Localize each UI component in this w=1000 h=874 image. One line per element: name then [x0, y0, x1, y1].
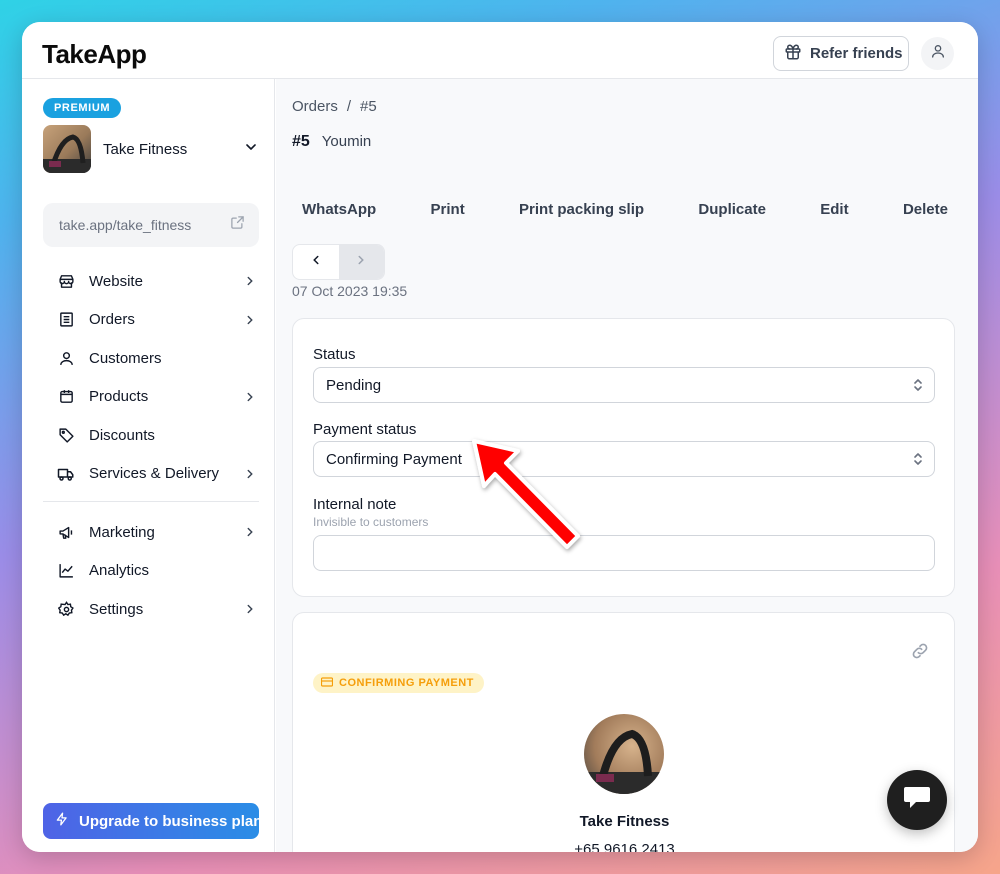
chevron-right-icon: [241, 602, 259, 616]
chevron-right-icon: [241, 313, 259, 327]
premium-badge: PREMIUM: [43, 98, 122, 118]
lightning-icon: [55, 811, 69, 831]
duplicate-button[interactable]: Duplicate: [688, 201, 776, 218]
shop-phone: +65 9616 2413: [574, 841, 675, 852]
chevron-right-icon: [241, 467, 259, 481]
nav-item-orders[interactable]: Orders: [43, 301, 259, 340]
upgrade-button[interactable]: Upgrade to business plan: [43, 803, 259, 839]
print-button[interactable]: Print: [421, 201, 475, 218]
store-url-text: take.app/take_fitness: [59, 217, 192, 233]
order-number: #5: [292, 133, 310, 150]
user-menu-button[interactable]: [921, 37, 954, 70]
top-bar: TakeApp Refer friends: [22, 22, 978, 79]
breadcrumb-orders[interactable]: Orders: [292, 98, 338, 115]
status-select[interactable]: Pending: [313, 367, 935, 403]
chevron-right-icon: [241, 274, 259, 288]
order-header: #5 Youmin: [292, 133, 371, 151]
store-url-link[interactable]: take.app/take_fitness: [43, 203, 259, 247]
order-status-card: Status Pending Payment status Confirming…: [292, 318, 955, 597]
secondary-nav: Marketing Analytics Settings: [43, 513, 259, 629]
select-arrows-icon: [912, 378, 924, 396]
app-window: TakeApp Refer friends PREMIUM Take Fitne…: [22, 22, 978, 852]
breadcrumb-current: #5: [360, 98, 377, 115]
user-icon: [930, 43, 946, 64]
nav-label: Products: [89, 388, 149, 406]
order-customer: Youmin: [321, 133, 372, 150]
invoice-preview-card: CONFIRMING PAYMENT Take Fitness +65 9616…: [292, 612, 955, 852]
box-icon: [57, 388, 75, 406]
next-order-button[interactable]: [338, 245, 384, 279]
chevron-down-icon: [243, 139, 259, 160]
app-logo[interactable]: TakeApp: [42, 39, 147, 70]
nav-label: Discounts: [89, 426, 155, 444]
nav-item-products[interactable]: Products: [43, 378, 259, 417]
megaphone-icon: [57, 523, 75, 541]
nav-label: Customers: [89, 349, 162, 367]
store-name: Take Fitness: [103, 140, 188, 158]
print-packing-slip-button[interactable]: Print packing slip: [509, 201, 654, 218]
breadcrumb-separator: /: [346, 98, 352, 115]
internal-note-input[interactable]: [313, 535, 935, 571]
nav-label: Settings: [89, 600, 144, 618]
chevron-left-icon: [309, 253, 323, 272]
shop-avatar: [584, 714, 664, 794]
order-pager: [292, 244, 385, 280]
external-link-icon: [230, 215, 245, 233]
truck-icon: [57, 465, 75, 483]
nav-item-services-delivery[interactable]: Services & Delivery: [43, 455, 259, 494]
gift-icon: [784, 43, 802, 65]
chevron-right-icon: [241, 390, 259, 404]
payment-status-select[interactable]: Confirming Payment: [313, 441, 935, 477]
order-detail: Orders / #5 #5 Youmin WhatsApp Print Print …: [276, 79, 978, 852]
gear-icon: [57, 600, 75, 618]
person-icon: [57, 349, 75, 367]
internal-note-hint: Invisible to customers: [313, 515, 429, 529]
payment-status-badge-text: CONFIRMING PAYMENT: [339, 677, 474, 689]
nav-item-customers[interactable]: Customers: [43, 339, 259, 378]
payment-status-value: Confirming Payment: [326, 450, 462, 468]
nav-label: Website: [89, 272, 143, 290]
link-icon[interactable]: [910, 641, 930, 666]
store-icon: [57, 272, 75, 290]
store-switcher[interactable]: Take Fitness: [43, 125, 259, 173]
nav-item-discounts[interactable]: Discounts: [43, 416, 259, 455]
nav-item-website[interactable]: Website: [43, 262, 259, 301]
payment-status-label: Payment status: [313, 421, 417, 438]
chevron-right-icon: [241, 525, 259, 539]
chevron-right-icon: [354, 253, 368, 272]
status-label: Status: [313, 346, 356, 363]
order-date: 07 Oct 2023 19:35: [292, 283, 408, 299]
order-actions: WhatsApp Print Print packing slip Duplic…: [292, 189, 958, 229]
nav-label: Services & Delivery: [89, 465, 220, 483]
tag-icon: [57, 426, 75, 444]
upgrade-label: Upgrade to business plan: [79, 812, 259, 830]
credit-card-icon: [320, 676, 334, 690]
refer-friends-label: Refer friends: [810, 45, 903, 62]
previous-order-button[interactable]: [293, 245, 339, 279]
select-arrows-icon: [912, 452, 924, 470]
sidebar: PREMIUM Take Fitness take.app/take_fitne…: [22, 79, 275, 852]
store-avatar: [43, 125, 91, 173]
payment-status-badge: CONFIRMING PAYMENT: [313, 673, 484, 693]
nav-label: Marketing: [89, 523, 155, 541]
chat-icon: [902, 785, 932, 816]
nav-divider: [43, 501, 259, 502]
refer-friends-button[interactable]: Refer friends: [773, 36, 909, 71]
chat-button[interactable]: [887, 770, 947, 830]
primary-nav: Website Orders Customers Products Discou: [43, 262, 259, 493]
nav-label: Orders: [89, 311, 135, 329]
nav-label: Analytics: [89, 562, 150, 580]
nav-item-analytics[interactable]: Analytics: [43, 552, 259, 591]
orders-icon: [57, 311, 75, 329]
edit-button[interactable]: Edit: [810, 201, 858, 218]
chart-icon: [57, 562, 75, 580]
status-value: Pending: [326, 376, 382, 394]
nav-item-marketing[interactable]: Marketing: [43, 513, 259, 552]
shop-name: Take Fitness: [579, 813, 670, 830]
nav-item-settings[interactable]: Settings: [43, 590, 259, 629]
internal-note-label: Internal note: [313, 496, 397, 513]
breadcrumb: Orders / #5: [292, 98, 377, 115]
whatsapp-button[interactable]: WhatsApp: [292, 201, 386, 218]
delete-button[interactable]: Delete: [893, 201, 958, 218]
